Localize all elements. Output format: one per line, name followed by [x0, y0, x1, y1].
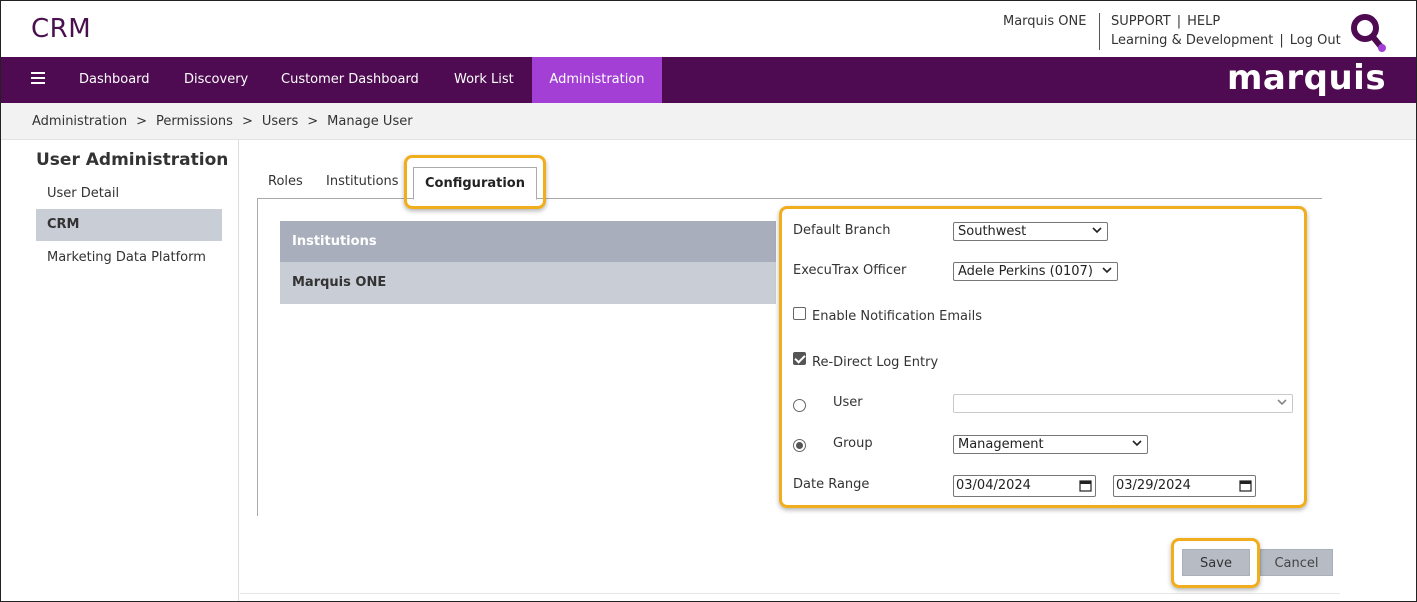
- tab-border: [537, 198, 1322, 199]
- date-to-value: 03/29/2024: [1116, 478, 1191, 493]
- tab-institutions[interactable]: Institutions: [326, 174, 399, 189]
- executrax-officer-label: ExecuTrax Officer: [793, 263, 907, 278]
- sidebar: User Administration User Detail CRM Mark…: [1, 140, 239, 601]
- date-to-input[interactable]: 03/29/2024: [1113, 475, 1256, 497]
- app-frame: CRM Marquis ONE SUPPORT | HELP Learning & …: [0, 0, 1417, 602]
- marquis-logo: marquis: [1227, 58, 1387, 98]
- enable-notification-label: Enable Notification Emails: [812, 309, 982, 324]
- chevron-down-icon: [1277, 399, 1287, 406]
- search-icon[interactable]: [1349, 12, 1387, 54]
- institutions-header: Institutions: [280, 221, 776, 262]
- tab-roles[interactable]: Roles: [268, 174, 303, 189]
- institution-row[interactable]: Marquis ONE: [280, 262, 776, 304]
- help-link[interactable]: HELP: [1187, 14, 1220, 29]
- enable-notification-checkbox[interactable]: [793, 307, 806, 320]
- breadcrumb-separator: >: [136, 114, 148, 129]
- breadcrumb-separator: >: [241, 114, 253, 129]
- sidebar-title: User Administration: [36, 150, 229, 170]
- date-from-input[interactable]: 03/04/2024: [953, 475, 1096, 497]
- nav-administration[interactable]: Administration: [532, 57, 662, 103]
- nav-work-list[interactable]: Work List: [438, 57, 530, 103]
- support-link[interactable]: SUPPORT: [1111, 14, 1171, 29]
- learning-logout-row: Learning & Development | Log Out: [1111, 33, 1341, 48]
- breadcrumb-item[interactable]: Permissions: [156, 114, 233, 129]
- learning-link[interactable]: Learning & Development: [1111, 33, 1273, 48]
- nav-customer-dashboard[interactable]: Customer Dashboard: [265, 57, 435, 103]
- sidebar-item-user-detail[interactable]: User Detail: [36, 178, 222, 210]
- sidebar-item-marketing-data-platform[interactable]: Marketing Data Platform: [36, 242, 222, 274]
- group-label: Group: [833, 436, 873, 451]
- nav-discovery[interactable]: Discovery: [168, 57, 264, 103]
- separator: |: [1279, 33, 1284, 48]
- main-navbar: Dashboard Discovery Customer Dashboard W…: [1, 57, 1416, 103]
- date-from-value: 03/04/2024: [956, 478, 1031, 493]
- marquis-one-link[interactable]: Marquis ONE: [1003, 14, 1086, 29]
- executrax-officer-select[interactable]: Adele Perkins (0107): [953, 262, 1118, 281]
- executrax-officer-value: Adele Perkins (0107): [958, 264, 1093, 279]
- user-radio[interactable]: [793, 399, 806, 412]
- footer-divider: [240, 593, 1340, 594]
- redirect-log-checkbox[interactable]: [793, 352, 806, 365]
- user-select[interactable]: [953, 394, 1293, 413]
- support-help-row: SUPPORT | HELP: [1111, 14, 1220, 29]
- header-divider: [1099, 13, 1100, 50]
- redirect-log-label: Re-Direct Log Entry: [812, 355, 939, 370]
- panel-border: [257, 198, 258, 516]
- chevron-down-icon: [1132, 440, 1142, 447]
- breadcrumb-current: Manage User: [327, 114, 413, 129]
- cancel-button[interactable]: Cancel: [1260, 549, 1333, 576]
- calendar-icon[interactable]: [1079, 479, 1092, 492]
- chevron-down-icon: [1092, 227, 1102, 234]
- tab-configuration[interactable]: Configuration: [413, 167, 537, 200]
- default-branch-label: Default Branch: [793, 223, 891, 238]
- separator: |: [1176, 14, 1182, 29]
- logout-link[interactable]: Log Out: [1290, 33, 1341, 48]
- sidebar-item-crm[interactable]: CRM: [36, 209, 222, 241]
- app-title: CRM: [31, 14, 92, 44]
- default-branch-select[interactable]: Southwest: [953, 222, 1108, 241]
- breadcrumb-item[interactable]: Administration: [32, 114, 127, 129]
- breadcrumb-item[interactable]: Users: [262, 114, 298, 129]
- group-value: Management: [958, 437, 1044, 452]
- breadcrumb-separator: >: [307, 114, 319, 129]
- group-select[interactable]: Management: [953, 435, 1148, 454]
- top-header: CRM Marquis ONE SUPPORT | HELP Learning & …: [1, 1, 1416, 57]
- group-radio[interactable]: [793, 439, 806, 452]
- date-range-label: Date Range: [793, 477, 870, 492]
- calendar-icon[interactable]: [1239, 479, 1252, 492]
- nav-dashboard[interactable]: Dashboard: [63, 57, 166, 103]
- chevron-down-icon: [1102, 267, 1112, 274]
- default-branch-value: Southwest: [958, 224, 1027, 239]
- save-button[interactable]: Save: [1182, 549, 1250, 576]
- user-label: User: [833, 395, 863, 410]
- hamburger-menu-icon[interactable]: [31, 72, 45, 86]
- breadcrumb: Administration > Permissions > Users > Manage …: [1, 103, 1416, 140]
- tab-border: [257, 198, 413, 199]
